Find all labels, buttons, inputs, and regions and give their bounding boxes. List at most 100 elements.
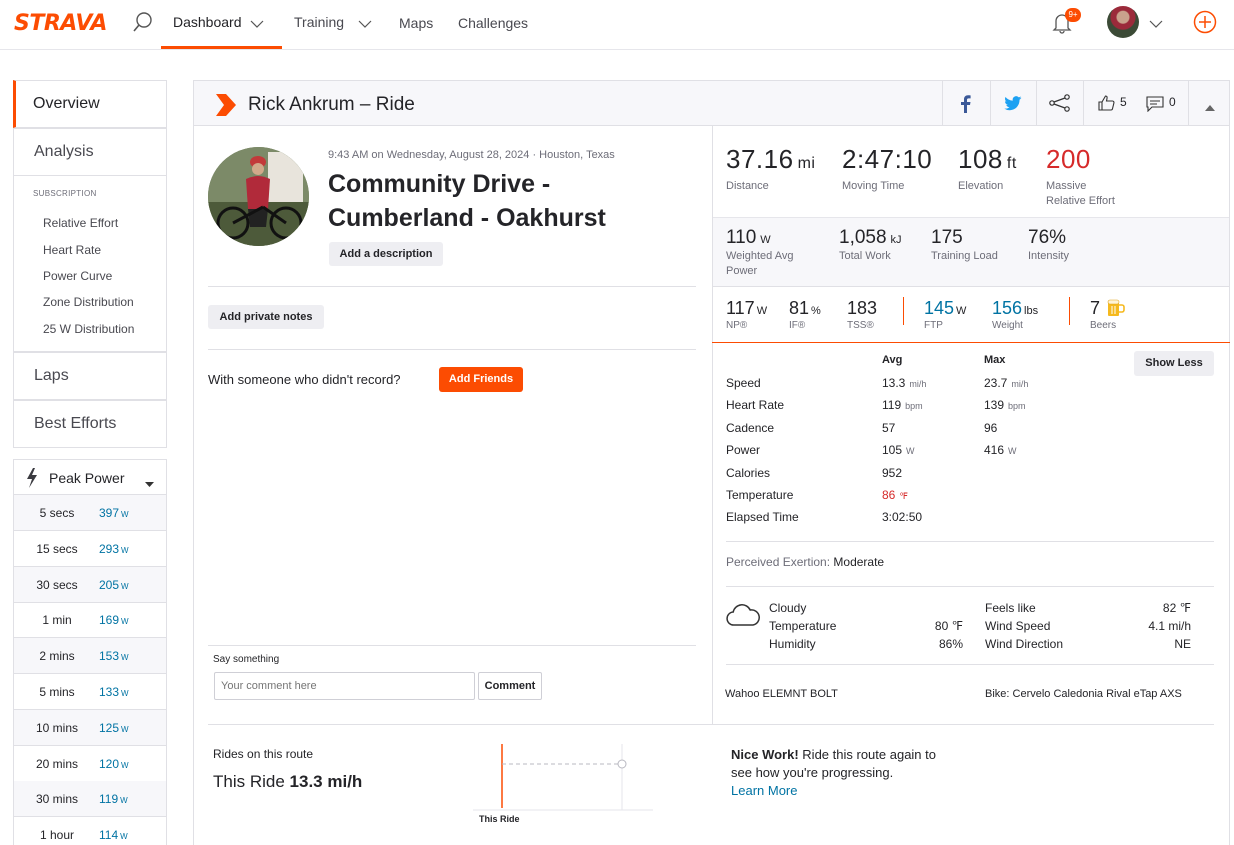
peak-power-value[interactable]: 119 W (99, 792, 128, 806)
twitter-share-button[interactable] (990, 80, 1036, 126)
peak-power-number: 114 (99, 828, 119, 843)
top-nav: STRAVA Dashboard Training Maps Challenge… (0, 0, 1234, 50)
sidebar-item-heart-rate[interactable]: Heart Rate (43, 243, 101, 257)
tertiary-stat-value[interactable]: 145 W (924, 298, 966, 319)
comment-button[interactable]: Comment (478, 672, 542, 700)
activity-name[interactable]: Community Drive - Cumberland - Oakhurst (328, 167, 606, 235)
athlete-avatar[interactable] (208, 147, 309, 246)
collapse-button[interactable] (1188, 80, 1230, 126)
share-button[interactable] (1036, 80, 1083, 126)
learn-more-link[interactable]: Learn More (731, 783, 797, 798)
peak-power-unit: W (121, 724, 129, 734)
detail-unit: W (906, 446, 915, 457)
sidebar-item-25w-distribution[interactable]: 25 W Distribution (43, 322, 134, 336)
peak-power-value[interactable]: 169 W (99, 613, 129, 627)
nav-challenges[interactable]: Challenges (458, 1, 528, 51)
route-title: Rides on this route (213, 747, 314, 761)
tab-best-efforts[interactable]: Best Efforts (13, 400, 167, 448)
peak-power-value[interactable]: 153 W (99, 649, 129, 663)
col-avg-header: Avg (882, 354, 903, 366)
peak-power-duration: 30 secs (36, 577, 78, 592)
peak-power-number: 133 (99, 685, 120, 699)
stat-unit: W (760, 234, 771, 246)
tab-analysis[interactable]: Analysis (13, 128, 167, 176)
weather-condition: Cloudy (769, 601, 807, 615)
tertiary-stat-label: TSS® (847, 320, 874, 331)
sidebar-item-relative-effort[interactable]: Relative Effort (43, 216, 118, 230)
primary-stat-value: 37.16 mi (726, 144, 815, 175)
stat-number: 145 (924, 298, 955, 318)
subscription-label: SUBSCRIPTION (33, 189, 97, 198)
perceived-value: Moderate (833, 555, 885, 569)
nav-training[interactable]: Training (294, 0, 372, 50)
comment-input[interactable] (214, 672, 475, 700)
detail-avg: 119 bpm (882, 398, 923, 412)
detail-avg: 57 (882, 421, 895, 435)
weather-wind-speed-value: 4.1 mi/h (1148, 619, 1191, 633)
bike-name[interactable]: Bike: Cervelo Caledonia Rival eTap AXS (985, 688, 1182, 700)
nav-dashboard-label: Dashboard (173, 14, 242, 30)
thumbs-up-icon (1098, 95, 1115, 114)
stat-number: 200 (1046, 144, 1091, 174)
secondary-stat-value: 110 W (726, 227, 771, 249)
peak-power-duration: 20 mins (35, 756, 79, 771)
peak-power-duration: 15 secs (36, 541, 78, 556)
perceived-exertion: Perceived Exertion: Moderate (726, 555, 884, 569)
primary-stat-label: Distance (726, 179, 769, 194)
tab-overview[interactable]: Overview (13, 80, 167, 128)
stat-number: 7 (1090, 298, 1101, 318)
stat-label-text: Total Work (839, 250, 891, 262)
peak-power-value[interactable]: 397 W (99, 506, 129, 520)
add-description-button[interactable]: Add a description (329, 242, 443, 266)
tertiary-stat-value: 81% (789, 298, 821, 319)
peak-power-value[interactable]: 120 W (99, 757, 129, 771)
peak-power-header[interactable]: Peak Power (13, 459, 167, 495)
user-avatar[interactable] (1107, 6, 1139, 38)
detail-avg-value: 86 (882, 488, 896, 502)
search-icon[interactable] (133, 11, 153, 36)
col-max-header: Max (984, 354, 1006, 366)
chart-point[interactable] (617, 759, 627, 769)
route-message: Nice Work! Ride this route again to see … (731, 746, 946, 800)
add-private-notes-button[interactable]: Add private notes (208, 305, 324, 329)
stat-number: 1,058 (839, 227, 887, 248)
show-less-button[interactable]: Show Less (1134, 351, 1214, 376)
tertiary-stat-value[interactable]: 156 lbs (992, 298, 1038, 319)
peak-power-value[interactable]: 205 W (99, 578, 129, 592)
chevron-down-icon (358, 1, 372, 45)
caret-down-icon (145, 476, 154, 490)
stat-unit: lbs (1024, 305, 1039, 317)
sidebar-item-zone-distribution[interactable]: Zone Distribution (43, 295, 134, 309)
strava-logo[interactable]: STRAVA (14, 11, 107, 36)
add-friends-button[interactable]: Add Friends (439, 367, 523, 392)
secondary-stat-label: Total Work (839, 249, 891, 264)
nav-maps[interactable]: Maps (399, 1, 433, 51)
peak-power-value[interactable]: 125 W (99, 721, 129, 735)
tertiary-stat-label: FTP (924, 320, 943, 331)
detail-avg-value: 119 (882, 398, 902, 413)
route-this-ride: This Ride 13.3 mi/h (213, 772, 362, 792)
peak-power-value[interactable]: 114 W (99, 828, 128, 842)
detail-unit: mi/h (1011, 379, 1029, 389)
primary-stat-label: Moving Time (842, 179, 904, 194)
primary-stat-label[interactable]: Massive Relative Effort (1046, 179, 1115, 209)
sidebar-item-power-curve[interactable]: Power Curve (43, 269, 112, 283)
panel-divider (712, 126, 713, 724)
chevron-down-icon[interactable] (1149, 17, 1163, 31)
kudos-button[interactable]: 5 (1083, 80, 1137, 126)
comments-button[interactable]: 0 (1137, 80, 1188, 126)
divider (208, 645, 696, 646)
add-icon[interactable] (1193, 10, 1217, 37)
detail-max: 139 bpm (984, 398, 1026, 412)
peak-power-row: 15 secs 293 W (13, 530, 167, 567)
tab-laps[interactable]: Laps (13, 352, 167, 400)
tertiary-stat-label: NP® (726, 320, 748, 331)
notification-badge: 9+ (1065, 8, 1081, 22)
peak-power-value[interactable]: 293 W (99, 542, 129, 556)
peak-power-value[interactable]: 133 W (99, 685, 129, 699)
detail-avg: 3:02:50 (882, 510, 922, 524)
facebook-share-button[interactable] (942, 80, 990, 126)
nav-dashboard[interactable]: Dashboard (173, 0, 264, 50)
detail-max-value: 23.7 (984, 376, 1008, 390)
activity-name-line1: Community Drive - (328, 170, 551, 198)
